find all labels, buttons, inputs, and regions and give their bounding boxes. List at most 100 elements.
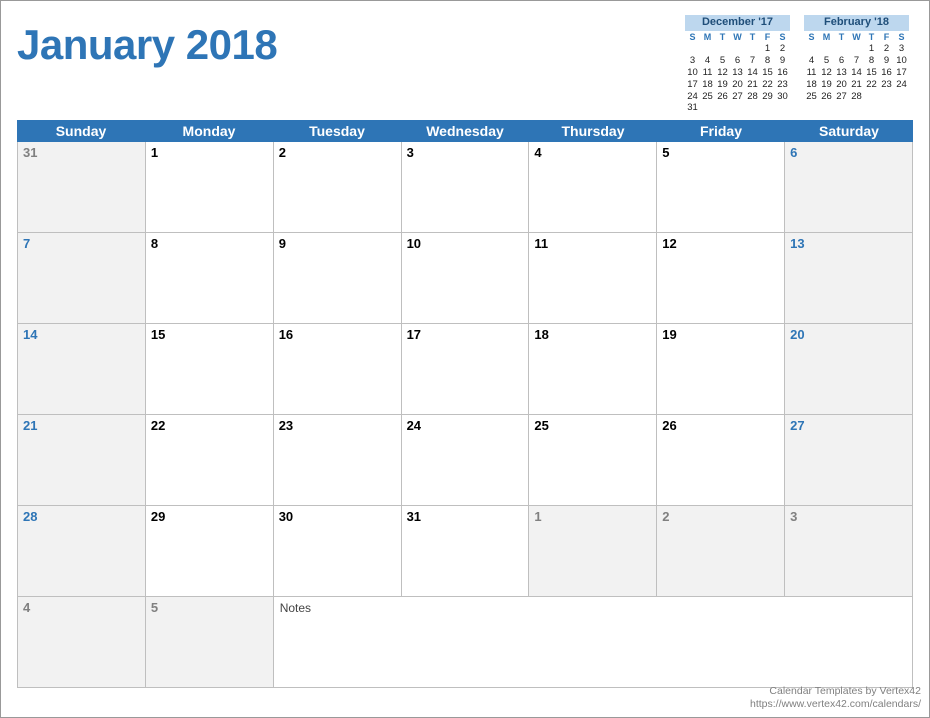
mini-day-cell — [715, 43, 730, 55]
weekday-header-cell: Saturday — [785, 120, 913, 142]
mini-day-cell: 31 — [685, 102, 700, 114]
day-number: 1 — [151, 145, 158, 160]
mini-day-cell: 10 — [894, 55, 909, 67]
mini-day-cell: 23 — [879, 79, 894, 91]
day-cell: 26 — [657, 415, 785, 506]
day-number: 1 — [534, 509, 541, 524]
mini-day-cell — [894, 91, 909, 103]
calendar-row: 4 5 Notes — [18, 597, 913, 688]
day-number: 13 — [790, 236, 804, 251]
mini-day-cell: 24 — [685, 91, 700, 103]
day-number: 27 — [790, 418, 804, 433]
day-number: 19 — [662, 327, 676, 342]
mini-day-cell: 20 — [834, 79, 849, 91]
footer-line-1: Calendar Templates by Vertex42 — [750, 685, 921, 698]
mini-day-cell — [804, 43, 819, 55]
day-cell: 17 — [402, 324, 530, 415]
mini-dow-cell: S — [685, 32, 700, 43]
day-number: 12 — [662, 236, 676, 251]
day-cell: 24 — [402, 415, 530, 506]
day-number: 4 — [23, 600, 30, 615]
mini-day-cell — [775, 102, 790, 114]
mini-day-cell: 4 — [804, 55, 819, 67]
day-number: 29 — [151, 509, 165, 524]
mini-day-cell — [700, 102, 715, 114]
day-cell: 19 — [657, 324, 785, 415]
mini-dow-cell: W — [849, 32, 864, 43]
mini-day-cell: 3 — [894, 43, 909, 55]
mini-day-cell: 14 — [849, 67, 864, 79]
mini-dow-cell: M — [819, 32, 834, 43]
day-cell: 14 — [18, 324, 146, 415]
day-cell: 27 — [785, 415, 913, 506]
mini-day-cell: 21 — [745, 79, 760, 91]
calendar-row: 21 22 23 242526 27 — [18, 415, 913, 506]
mini-dow-cell: W — [730, 32, 745, 43]
mini-day-cell: 15 — [864, 67, 879, 79]
day-cell: 12 — [657, 233, 785, 324]
mini-day-cell: 11 — [700, 67, 715, 79]
day-number: 22 — [151, 418, 165, 433]
mini-day-cell: 29 — [760, 91, 775, 103]
day-cell: 3 — [785, 506, 913, 597]
day-cell: 29 — [146, 506, 274, 597]
day-number: 2 — [662, 509, 669, 524]
mini-day-cell: 11 — [804, 67, 819, 79]
day-cell: 20 — [785, 324, 913, 415]
mini-day-cell: 28 — [745, 91, 760, 103]
day-cell: 28 — [18, 506, 146, 597]
mini-day-cell: 6 — [834, 55, 849, 67]
day-cell: 1 — [529, 506, 657, 597]
day-cell: 10 — [402, 233, 530, 324]
day-cell: 2 — [657, 506, 785, 597]
day-cell: 9 — [274, 233, 402, 324]
day-cell: 7 — [18, 233, 146, 324]
weekday-header-cell: Monday — [145, 120, 273, 142]
mini-day-cell: 28 — [849, 91, 864, 103]
day-number: 14 — [23, 327, 37, 342]
day-number: 5 — [662, 145, 669, 160]
day-cell: 21 — [18, 415, 146, 506]
notes-area: Notes — [274, 597, 913, 688]
day-cell: 13 — [785, 233, 913, 324]
mini-day-cell: 3 — [685, 55, 700, 67]
day-number: 30 — [279, 509, 293, 524]
mini-day-cell: 7 — [745, 55, 760, 67]
mini-day-cell: 12 — [819, 67, 834, 79]
mini-day-cell: 5 — [715, 55, 730, 67]
mini-dow-cell: T — [864, 32, 879, 43]
day-cell: 11 — [529, 233, 657, 324]
day-number: 23 — [279, 418, 293, 433]
mini-cal-prev-grid: 1234567891011121314151617181920212223242… — [685, 43, 790, 114]
day-cell: 8 — [146, 233, 274, 324]
mini-day-cell: 26 — [715, 91, 730, 103]
day-cell: 4 — [529, 142, 657, 233]
mini-day-cell: 13 — [730, 67, 745, 79]
day-cell: 25 — [529, 415, 657, 506]
day-number: 6 — [790, 145, 797, 160]
mini-dow-cell: S — [804, 32, 819, 43]
notes-label: Notes — [280, 601, 311, 615]
mini-day-cell — [745, 43, 760, 55]
day-number: 8 — [151, 236, 158, 251]
mini-cal-next-title: February '18 — [804, 15, 909, 31]
mini-day-cell: 16 — [879, 67, 894, 79]
day-number: 16 — [279, 327, 293, 342]
day-number: 10 — [407, 236, 421, 251]
mini-day-cell: 13 — [834, 67, 849, 79]
footer-credit: Calendar Templates by Vertex42 https://w… — [750, 685, 921, 711]
day-cell: 15 — [146, 324, 274, 415]
mini-day-cell: 4 — [700, 55, 715, 67]
day-cell: 18 — [529, 324, 657, 415]
day-cell: 6 — [785, 142, 913, 233]
weekday-header-cell: Friday — [657, 120, 785, 142]
day-cell: 1 — [146, 142, 274, 233]
mini-day-cell: 19 — [715, 79, 730, 91]
page-title: January 2018 — [17, 21, 277, 69]
mini-day-cell: 30 — [775, 91, 790, 103]
day-number: 18 — [534, 327, 548, 342]
mini-dow-cell: T — [745, 32, 760, 43]
day-number: 5 — [151, 600, 158, 615]
mini-calendars: December '17 SMTWTFS 1234567891011121314… — [685, 15, 909, 114]
mini-day-cell: 12 — [715, 67, 730, 79]
